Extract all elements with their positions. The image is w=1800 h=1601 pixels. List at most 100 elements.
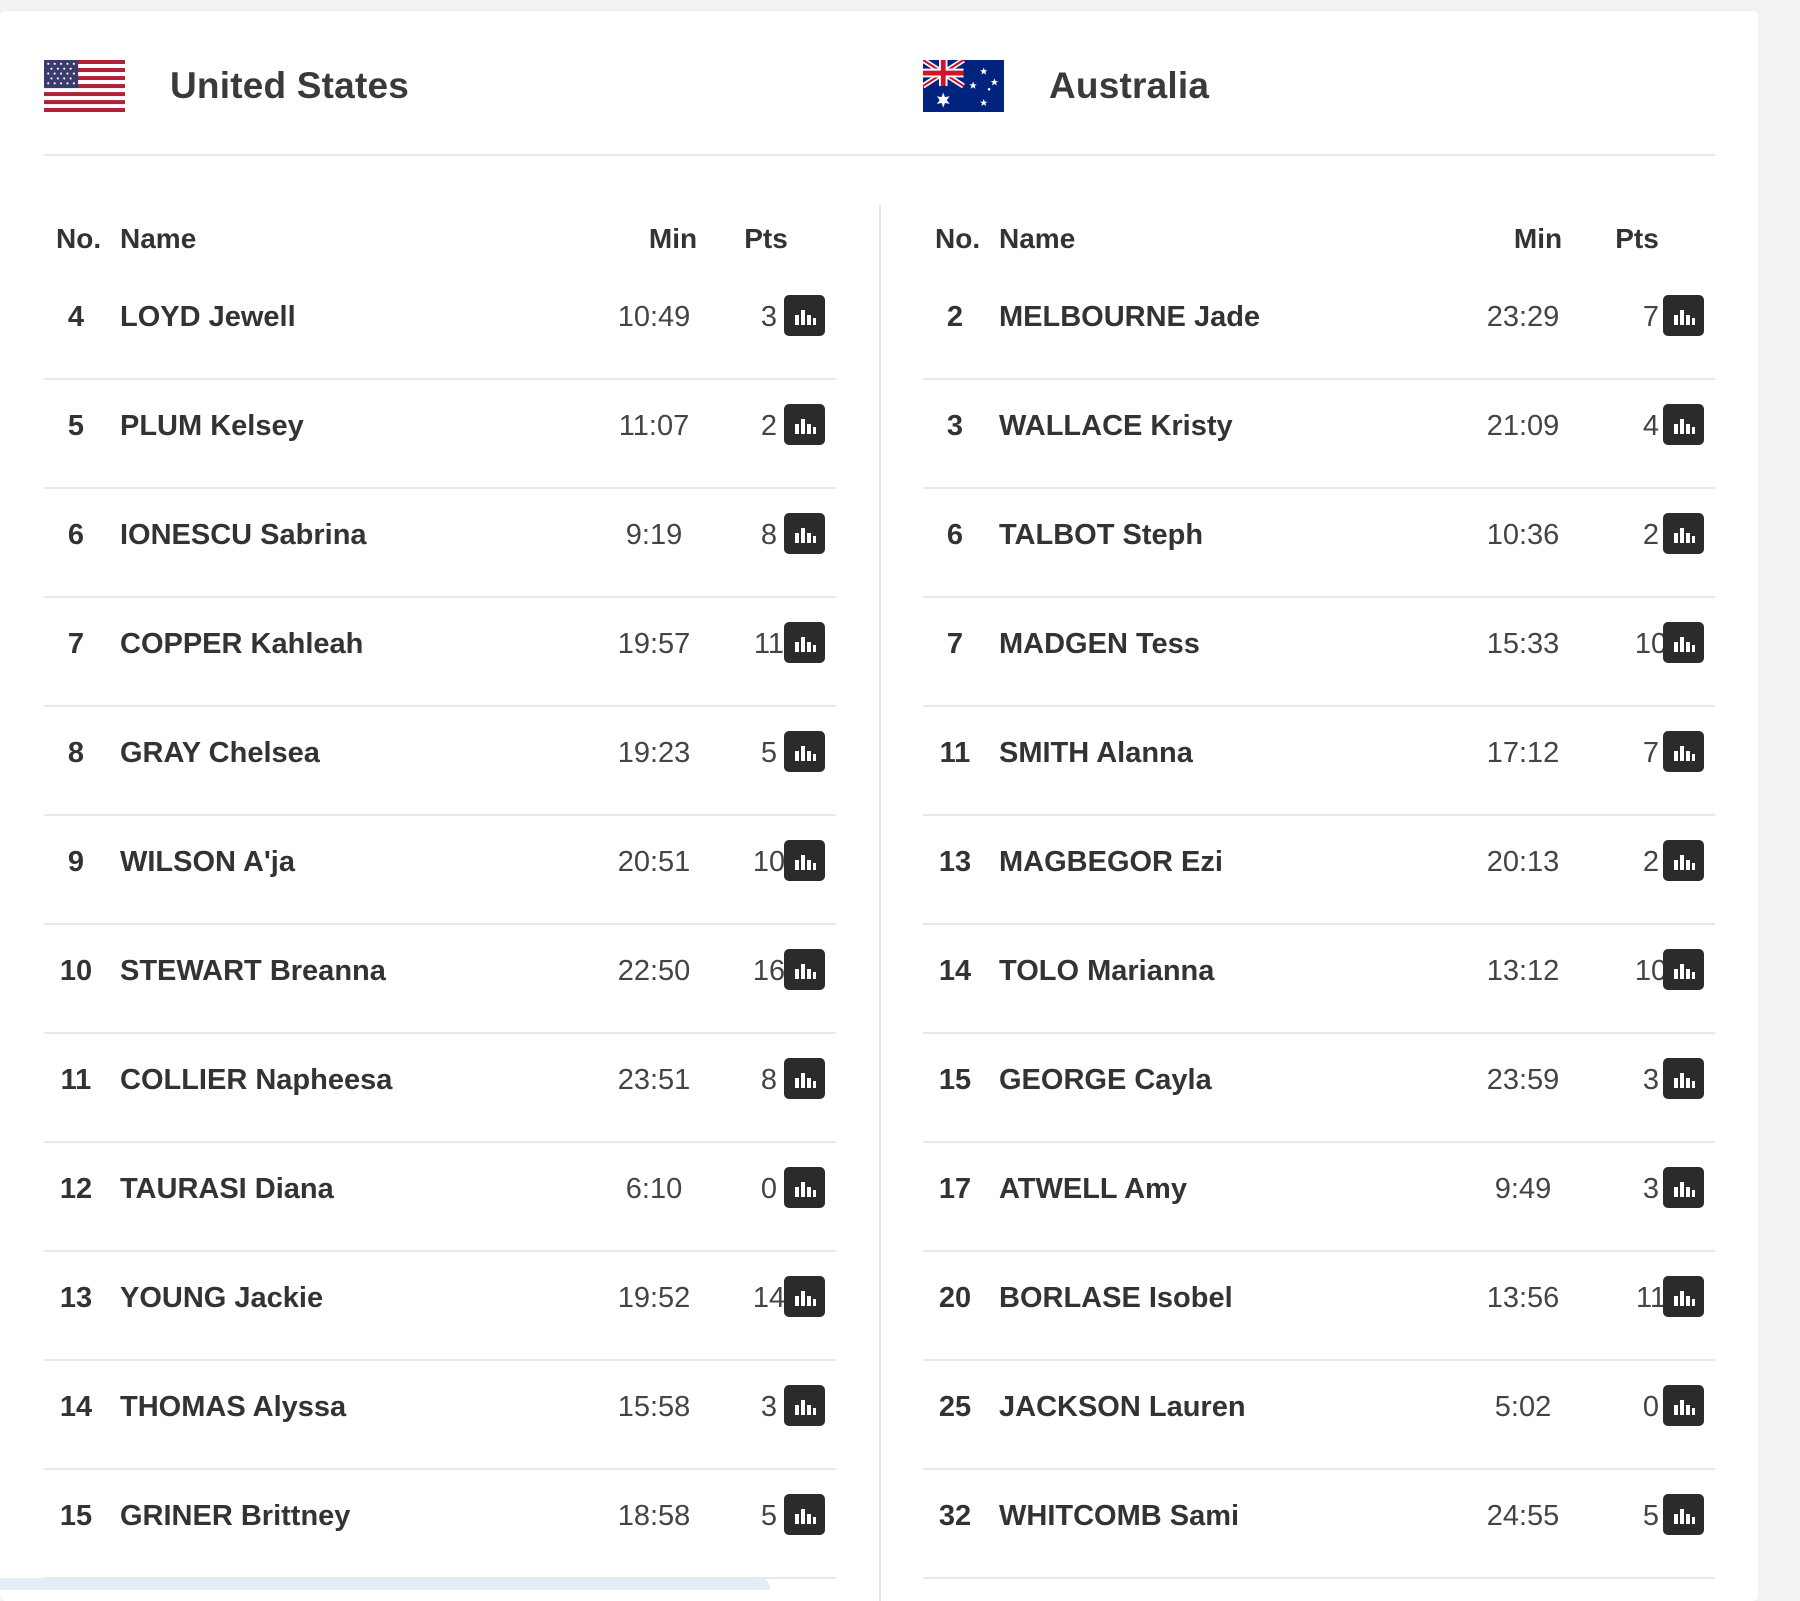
- player-stats-button[interactable]: [784, 840, 825, 881]
- player-name[interactable]: STEWART Breanna: [120, 955, 386, 988]
- table-row: 13 YOUNG Jackie 19:52 14: [44, 1252, 836, 1361]
- player-name[interactable]: IONESCU Sabrina: [120, 519, 367, 552]
- player-name[interactable]: COPPER Kahleah: [120, 628, 363, 661]
- player-stats-button[interactable]: [784, 295, 825, 336]
- player-stats-button[interactable]: [784, 1385, 825, 1426]
- player-stats-button[interactable]: [784, 949, 825, 990]
- player-name[interactable]: JACKSON Lauren: [999, 1391, 1246, 1424]
- table-row: 15 GRINER Brittney 18:58 5: [44, 1470, 836, 1579]
- australia-flag-icon: [923, 60, 1004, 112]
- player-number: 9: [67, 846, 85, 878]
- player-stats-button[interactable]: [1663, 840, 1704, 881]
- table-row: 11 COLLIER Napheesa 23:51 8: [44, 1034, 836, 1143]
- bar-chart-icon: [794, 1072, 816, 1088]
- bar-chart-icon: [794, 418, 816, 434]
- table-row: 3 WALLACE Kristy 21:09 4: [923, 380, 1715, 489]
- player-name[interactable]: GRAY Chelsea: [120, 737, 320, 770]
- player-number: 4: [67, 301, 85, 333]
- player-stats-button[interactable]: [1663, 1385, 1704, 1426]
- minutes-played: 24:55: [1486, 1500, 1560, 1532]
- player-name[interactable]: MADGEN Tess: [999, 628, 1200, 661]
- player-name[interactable]: TAURASI Diana: [120, 1173, 334, 1206]
- bar-chart-icon: [1673, 963, 1695, 979]
- player-name[interactable]: TALBOT Steph: [999, 519, 1203, 552]
- table-row: 9 WILSON A'ja 20:51 10: [44, 816, 836, 925]
- table-row: 5 PLUM Kelsey 11:07 2: [44, 380, 836, 489]
- player-stats-button[interactable]: [1663, 1058, 1704, 1099]
- player-name[interactable]: COLLIER Napheesa: [120, 1064, 392, 1097]
- boxscore-table-home: No. Name Min Pts 4 LOYD Jewell 10:49 3 5 PLUM…: [44, 205, 836, 1579]
- bar-chart-icon: [1673, 1508, 1695, 1524]
- player-name[interactable]: GEORGE Cayla: [999, 1064, 1212, 1097]
- player-name[interactable]: SMITH Alanna: [999, 737, 1193, 770]
- player-number: 11: [60, 1064, 92, 1096]
- player-name[interactable]: GRINER Brittney: [120, 1500, 350, 1533]
- player-number: 25: [938, 1391, 972, 1423]
- table-row: 6 IONESCU Sabrina 9:19 8: [44, 489, 836, 598]
- player-stats-button[interactable]: [1663, 404, 1704, 445]
- bar-chart-icon: [1673, 745, 1695, 761]
- player-number: 32: [938, 1500, 972, 1532]
- player-stats-button[interactable]: [784, 404, 825, 445]
- bar-chart-icon: [794, 1290, 816, 1306]
- table-row: 7 MADGEN Tess 15:33 10: [923, 598, 1715, 707]
- minutes-played: 13:12: [1486, 955, 1560, 987]
- minutes-played: 10:36: [1486, 519, 1560, 551]
- player-number: 8: [67, 737, 85, 769]
- player-stats-button[interactable]: [1663, 513, 1704, 554]
- player-stats-button[interactable]: [1663, 295, 1704, 336]
- player-number: 14: [938, 955, 972, 987]
- horizontal-scrollbar[interactable]: [0, 1578, 770, 1590]
- minutes-played: 20:13: [1486, 846, 1560, 878]
- bar-chart-icon: [794, 309, 816, 325]
- player-stats-button[interactable]: [784, 513, 825, 554]
- player-number: 6: [946, 519, 964, 551]
- player-stats-button[interactable]: [784, 1276, 825, 1317]
- column-header-min: Min: [1513, 223, 1563, 254]
- player-name[interactable]: MELBOURNE Jade: [999, 301, 1260, 334]
- player-name[interactable]: WILSON A'ja: [120, 846, 295, 879]
- player-stats-button[interactable]: [1663, 1494, 1704, 1535]
- player-stats-button[interactable]: [1663, 622, 1704, 663]
- player-stats-button[interactable]: [784, 1167, 825, 1208]
- player-stats-button[interactable]: [1663, 1167, 1704, 1208]
- table-row: 4 LOYD Jewell 10:49 3: [44, 271, 836, 380]
- player-number: 20: [938, 1282, 972, 1314]
- player-stats-button[interactable]: [1663, 1276, 1704, 1317]
- player-name[interactable]: THOMAS Alyssa: [120, 1391, 346, 1424]
- player-rows: 2 MELBOURNE Jade 23:29 7 3 WALLACE Kristy 21:0…: [923, 271, 1715, 1579]
- player-name[interactable]: MAGBEGOR Ezi: [999, 846, 1223, 879]
- table-row: 7 COPPER Kahleah 19:57 11: [44, 598, 836, 707]
- boxscore-card: United States Australia No. Name Min Pts…: [0, 11, 1758, 1601]
- player-name[interactable]: TOLO Marianna: [999, 955, 1214, 988]
- player-name[interactable]: WHITCOMB Sami: [999, 1500, 1239, 1533]
- player-stats-button[interactable]: [784, 1494, 825, 1535]
- player-number: 11: [939, 737, 971, 769]
- table-row: 32 WHITCOMB Sami 24:55 5: [923, 1470, 1715, 1579]
- player-name[interactable]: WALLACE Kristy: [999, 410, 1233, 443]
- player-stats-button[interactable]: [784, 731, 825, 772]
- player-number: 15: [938, 1064, 972, 1096]
- player-name[interactable]: ATWELL Amy: [999, 1173, 1187, 1206]
- minutes-played: 21:09: [1486, 410, 1560, 442]
- player-stats-button[interactable]: [784, 1058, 825, 1099]
- player-stats-button[interactable]: [1663, 949, 1704, 990]
- player-name[interactable]: YOUNG Jackie: [120, 1282, 323, 1315]
- table-header: No. Name Min Pts: [44, 205, 836, 271]
- minutes-played: 17:12: [1486, 737, 1560, 769]
- player-number: 12: [59, 1173, 93, 1205]
- player-stats-button[interactable]: [1663, 731, 1704, 772]
- bar-chart-icon: [794, 1508, 816, 1524]
- team-name-home: United States: [170, 65, 410, 106]
- bar-chart-icon: [794, 636, 816, 652]
- bar-chart-icon: [1673, 1399, 1695, 1415]
- player-name[interactable]: LOYD Jewell: [120, 301, 296, 334]
- player-name[interactable]: BORLASE Isobel: [999, 1282, 1233, 1315]
- table-row: 12 TAURASI Diana 6:10 0: [44, 1143, 836, 1252]
- bar-chart-icon: [794, 963, 816, 979]
- player-name[interactable]: PLUM Kelsey: [120, 410, 304, 443]
- player-number: 13: [59, 1282, 93, 1314]
- player-stats-button[interactable]: [784, 622, 825, 663]
- minutes-played: 15:33: [1486, 628, 1560, 660]
- bar-chart-icon: [794, 1399, 816, 1415]
